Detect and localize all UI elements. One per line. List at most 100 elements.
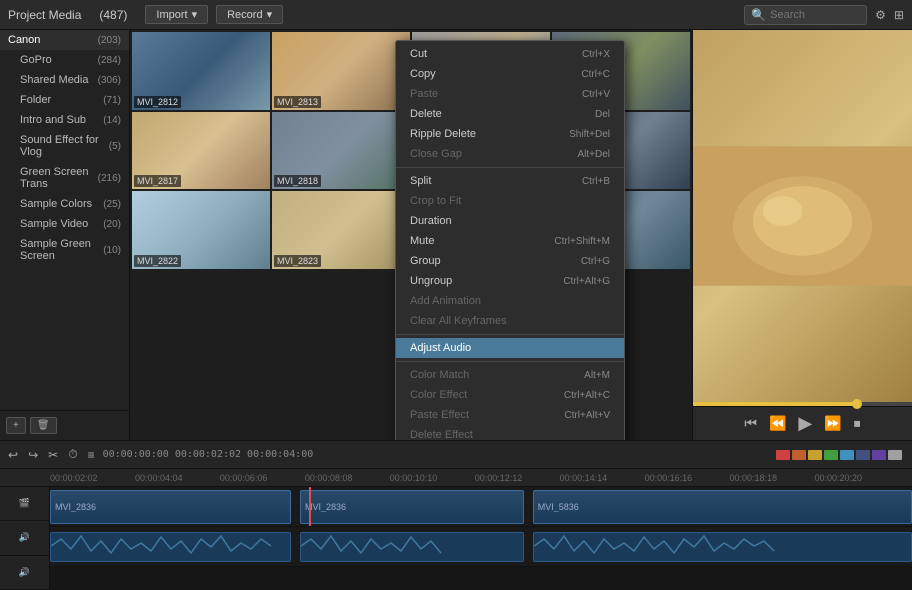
tl-arrow-tool[interactable]: ↩: [6, 446, 20, 464]
ctx-crop-to-fit: Crop to Fit: [396, 191, 624, 211]
preview-play[interactable]: ▶: [798, 413, 812, 434]
timeline-time-end: 00:00:04:00: [247, 449, 313, 460]
thumb-label: MVI_2822: [134, 255, 181, 267]
tl-clock-tool[interactable]: ⏱: [66, 445, 79, 464]
track-row-video: MVI_2836 MVI_2836 MVI_5836: [50, 487, 912, 527]
ctx-delete-effect: Delete Effect: [396, 425, 624, 440]
color-dot-navy[interactable]: [856, 450, 870, 460]
sidebar-item-count: (306): [98, 75, 121, 86]
ctx-group[interactable]: Group Ctrl+G: [396, 251, 624, 271]
color-dot-orange[interactable]: [792, 450, 806, 460]
ruler-mark: 00:00:20:20: [814, 473, 862, 483]
sidebar: Canon (203) GoPro (284) Shared Media (30…: [0, 30, 130, 440]
ruler-mark: 00:00:04:04: [135, 473, 183, 483]
delete-folder-button[interactable]: 🗑: [30, 417, 57, 434]
color-dot-green[interactable]: [824, 450, 838, 460]
media-thumb[interactable]: MVI_2817: [132, 112, 270, 190]
timeline-clip-1[interactable]: MVI_2836: [50, 490, 291, 524]
ctx-delete[interactable]: Delete Del: [396, 104, 624, 124]
tl-extra-tool[interactable]: ≡: [86, 446, 97, 464]
color-dot-purple[interactable]: [872, 450, 886, 460]
ctx-adjust-audio[interactable]: Adjust Audio: [396, 338, 624, 358]
color-dot-blue[interactable]: [840, 450, 854, 460]
sidebar-item-sample-green[interactable]: Sample Green Screen (10): [0, 234, 129, 266]
preview-skip-back[interactable]: ⏮: [744, 415, 757, 432]
media-thumb[interactable]: MVI_2818: [272, 112, 410, 190]
sidebar-item-label: Green Screen Trans: [20, 166, 98, 190]
track-labels: 🎬 🔊 🔊: [0, 487, 50, 590]
new-folder-button[interactable]: +: [6, 417, 26, 434]
track-label-video: 🎬: [0, 487, 49, 521]
thumb-label: MVI_2817: [134, 175, 181, 187]
sidebar-item-shared-media[interactable]: Shared Media (306): [0, 70, 129, 90]
track-label-audio: 🔊: [0, 521, 49, 555]
ctx-duration[interactable]: Duration: [396, 211, 624, 231]
filter-icon[interactable]: ⚙: [875, 8, 886, 22]
record-button[interactable]: Record ▾: [216, 5, 283, 24]
ctx-split[interactable]: Split Ctrl+B: [396, 171, 624, 191]
timeline-toolbar: ↩ ↪ ✂ ⏱ ≡ 00:00:00:00 00:00:02:02 00:00:…: [0, 441, 912, 469]
ruler-mark: 00:00:12:12: [475, 473, 523, 483]
grid-icon[interactable]: ⊞: [894, 8, 904, 22]
sidebar-item-sample-colors[interactable]: Sample Colors (25): [0, 194, 129, 214]
preview-content: [693, 30, 912, 402]
tl-redo-tool[interactable]: ↪: [26, 446, 40, 464]
track-row-audio2: [50, 567, 912, 590]
ruler-mark: 00:00:08:08: [305, 473, 353, 483]
thumb-label: MVI_2813: [274, 96, 321, 108]
sidebar-item-canon[interactable]: Canon (203): [0, 30, 129, 50]
thumb-label: MVI_2812: [134, 96, 181, 108]
media-thumb[interactable]: MVI_2823: [272, 191, 410, 269]
sidebar-item-label: Folder: [20, 94, 51, 106]
sidebar-item-folder[interactable]: Folder (71): [0, 90, 129, 110]
sidebar-item-count: (216): [98, 173, 121, 184]
clip-label: MVI_5836: [534, 502, 583, 512]
color-dot-gray[interactable]: [888, 450, 902, 460]
sidebar-item-label: Sound Effect for Vlog: [20, 134, 109, 158]
preview-step-forward[interactable]: ⏩: [824, 415, 841, 432]
thumb-label: MVI_2818: [274, 175, 321, 187]
thumb-label: MVI_2823: [274, 255, 321, 267]
timeline-ruler: 00:00:02:02 00:00:04:04 00:00:06:06 00:0…: [0, 469, 912, 487]
media-thumb[interactable]: MVI_2812: [132, 32, 270, 110]
preview-progress-bar[interactable]: [693, 402, 912, 406]
ctx-cut[interactable]: Cut Ctrl+X: [396, 44, 624, 64]
main-area: Canon (203) GoPro (284) Shared Media (30…: [0, 30, 912, 440]
color-dot-red[interactable]: [776, 450, 790, 460]
ctx-copy[interactable]: Copy Ctrl+C: [396, 64, 624, 84]
sidebar-item-green-screen[interactable]: Green Screen Trans (216): [0, 162, 129, 194]
preview-skip-forward[interactable]: ⏹: [854, 415, 861, 432]
media-thumb[interactable]: MVI_2813: [272, 32, 410, 110]
sidebar-item-label: Intro and Sub: [20, 114, 86, 126]
playhead: [309, 487, 311, 526]
timeline-clip-2[interactable]: MVI_2836: [300, 490, 524, 524]
import-button[interactable]: Import ▾: [145, 5, 208, 24]
top-icons: ⚙ ⊞: [875, 8, 904, 22]
timeline-clip-3[interactable]: MVI_5836: [533, 490, 912, 524]
timeline-tracks: 🎬 🔊 🔊 MVI_2836 MVI_2836: [0, 487, 912, 590]
ctx-separator: [396, 334, 624, 335]
ruler-mark: 00:00:06:06: [220, 473, 268, 483]
color-marks: [776, 450, 906, 460]
ctx-mute[interactable]: Mute Ctrl+Shift+M: [396, 231, 624, 251]
ctx-ungroup[interactable]: Ungroup Ctrl+Alt+G: [396, 271, 624, 291]
sidebar-item-sample-video[interactable]: Sample Video (20): [0, 214, 129, 234]
sidebar-item-sound-effect[interactable]: Sound Effect for Vlog (5): [0, 130, 129, 162]
progress-filled: [693, 402, 857, 406]
timeline-audio-clip-1[interactable]: [50, 532, 291, 562]
ctx-ripple-delete[interactable]: Ripple Delete Shift+Del: [396, 124, 624, 144]
timeline-audio-clip-3[interactable]: [533, 532, 912, 562]
ruler-marks: 00:00:02:02 00:00:04:04 00:00:06:06 00:0…: [50, 473, 862, 483]
sidebar-item-count: (284): [98, 55, 121, 66]
tl-cut-tool[interactable]: ✂: [46, 446, 60, 464]
sidebar-item-gopro[interactable]: GoPro (284): [0, 50, 129, 70]
timeline-section: ↩ ↪ ✂ ⏱ ≡ 00:00:00:00 00:00:02:02 00:00:…: [0, 440, 912, 590]
search-input[interactable]: [770, 9, 860, 21]
media-thumb[interactable]: MVI_2822: [132, 191, 270, 269]
preview-step-back[interactable]: ⏪: [769, 415, 786, 432]
timeline-audio-clip-2[interactable]: [300, 532, 524, 562]
color-dot-yellow[interactable]: [808, 450, 822, 460]
sidebar-item-intro-sub[interactable]: Intro and Sub (14): [0, 110, 129, 130]
sidebar-item-label: Sample Green Screen: [20, 238, 103, 262]
ruler-mark: 00:00:18:18: [730, 473, 778, 483]
